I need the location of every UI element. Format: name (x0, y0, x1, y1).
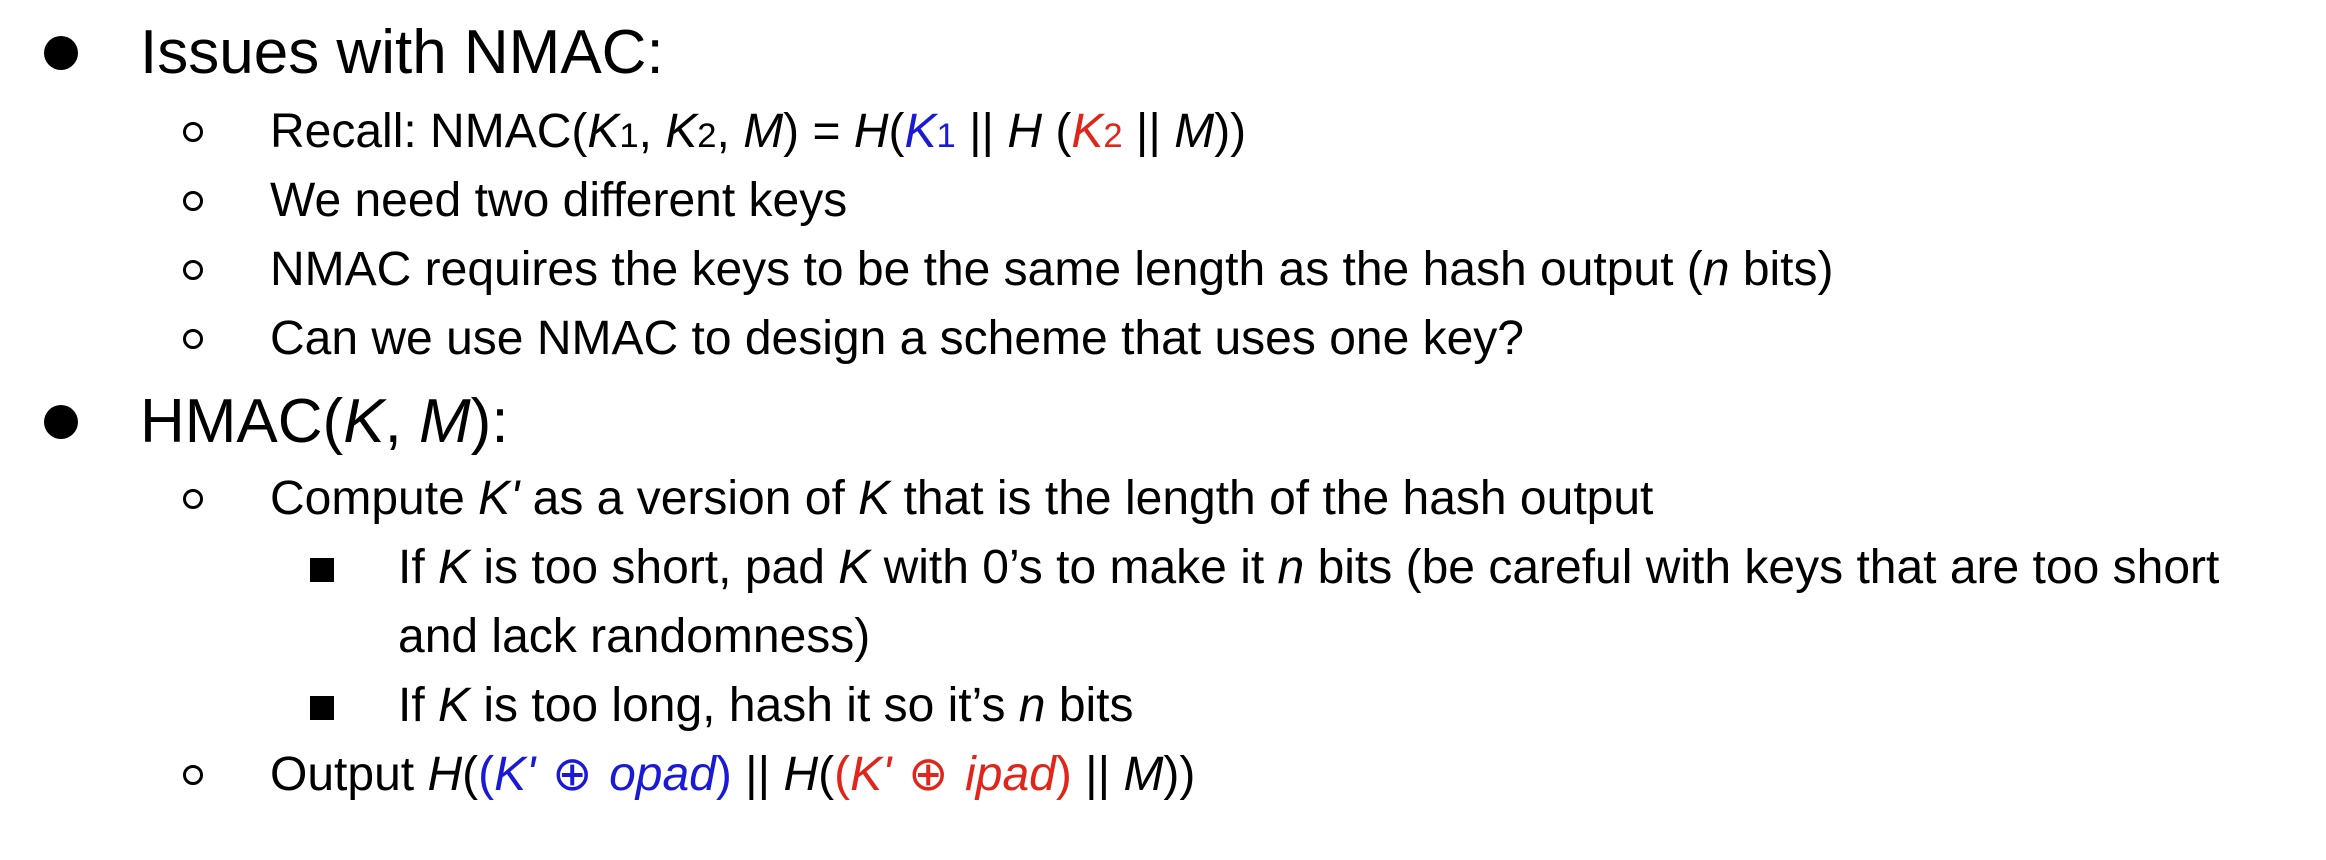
paren-close-blue: ) (715, 748, 732, 801)
bullet-square (310, 696, 334, 720)
heading-hmac: HMAC(K, M): (140, 391, 509, 453)
var-K: K (438, 679, 471, 732)
var-K2-red: K (1071, 105, 1104, 158)
bullet-circle (183, 191, 203, 211)
list-item-text: We need two different keys (270, 174, 848, 227)
var-K1-blue: K (904, 105, 937, 158)
list-item-text: and lack randomness) (398, 610, 871, 663)
hmac-output-formula: Output HK((K'⊕opad) || H((K'⊕ipad) || M)… (270, 748, 1196, 801)
list-item-text: Output (270, 748, 428, 801)
ipad: ipad (965, 748, 1056, 801)
subscript-1: 1 (619, 117, 639, 155)
bullet-square (310, 558, 334, 582)
xor-symbol: ⊕ (908, 748, 949, 801)
var-M: M (419, 387, 471, 456)
concat: || (1122, 105, 1175, 158)
list-item-text: as a version of (519, 472, 859, 525)
var-n: n (1702, 243, 1730, 296)
var-K: K (838, 541, 871, 594)
var-H: H (427, 748, 463, 801)
var-K: K (343, 387, 385, 456)
subscript-2: 2 (697, 117, 717, 155)
var-H: H (783, 748, 819, 801)
equals: ) = (783, 105, 854, 158)
paren-close-red: ) (1055, 748, 1072, 801)
bullet-disc (44, 36, 78, 70)
list-item-text: If (398, 679, 439, 732)
list-item-text: NMAC requires the keys to be the same le… (270, 243, 1703, 296)
list-item-continuation: and lack randomness) (398, 613, 870, 661)
subscript-2-red: 2 (1103, 117, 1123, 155)
list-item: Compute K' as a version of K that is the… (270, 475, 1653, 523)
concat: || (1071, 748, 1124, 801)
paren-close: )) (1214, 105, 1247, 158)
heading-text: HMAC( (140, 387, 344, 456)
comma: , (384, 387, 420, 456)
bullet-circle (183, 489, 203, 509)
opad: opad (609, 748, 716, 801)
var-K: K (665, 105, 698, 158)
list-item-text: bits (1045, 679, 1134, 732)
recall-nmac-formula: Recall: NMAC(K1, K2, M) = H(K1 || H (K2 … (270, 108, 1246, 156)
comma: , (638, 105, 666, 158)
heading-text: Issues with NMAC: (140, 18, 664, 87)
list-item: NMAC requires the keys to be the same le… (270, 246, 1834, 294)
var-M: M (1123, 748, 1164, 801)
list-item: We need two different keys (270, 177, 847, 225)
var-M: M (743, 105, 784, 158)
list-item: Can we use NMAC to design a scheme that … (270, 315, 1524, 363)
list-item-text: bits) (1729, 243, 1834, 296)
list-item-text: is too short, pad (470, 541, 839, 594)
paren-open: ( (888, 105, 905, 158)
list-item-text: If (398, 541, 439, 594)
var-H: H (1007, 105, 1043, 158)
list-item-text: is too long, hash it so it’s (470, 679, 1019, 732)
list-item: If K is too short, pad K with 0’s to mak… (398, 544, 2219, 592)
var-M: M (1174, 105, 1215, 158)
var-K: K (587, 105, 620, 158)
list-item: If K is too long, hash it so it’s n bits (398, 682, 1134, 730)
var-K: K (858, 472, 891, 525)
bullet-circle (183, 329, 203, 349)
bullet-circle (183, 765, 203, 785)
list-item-text: Can we use NMAC to design a scheme that … (270, 312, 1524, 365)
bullet-circle (183, 122, 203, 142)
bullet-circle (183, 260, 203, 280)
concat: || (955, 105, 1008, 158)
list-item-text: that is the length of the hash output (890, 472, 1654, 525)
recall-prefix: Recall: NMAC( (270, 105, 588, 158)
var-K-prime-red: K' (850, 748, 892, 801)
list-item-text: Compute (270, 472, 479, 525)
var-K: K (438, 541, 471, 594)
heading-text: ): (470, 387, 509, 456)
var-n: n (1018, 679, 1046, 732)
concat: || (731, 748, 784, 801)
var-K-prime: K' (478, 472, 520, 525)
bullet-disc (44, 405, 78, 439)
paren-close: )) (1163, 748, 1196, 801)
var-n: n (1277, 541, 1305, 594)
heading-issues-nmac: Issues with NMAC: (140, 22, 664, 84)
list-item-text: with 0’s to make it (870, 541, 1278, 594)
var-H: H (853, 105, 889, 158)
list-item-text: bits (be careful with keys that are too … (1304, 541, 2220, 594)
paren-open: ( (1042, 105, 1072, 158)
xor-symbol: ⊕ (552, 748, 593, 801)
subscript-1-blue: 1 (936, 117, 956, 155)
comma: , (716, 105, 744, 158)
var-K-prime-blue: K' (494, 748, 536, 801)
